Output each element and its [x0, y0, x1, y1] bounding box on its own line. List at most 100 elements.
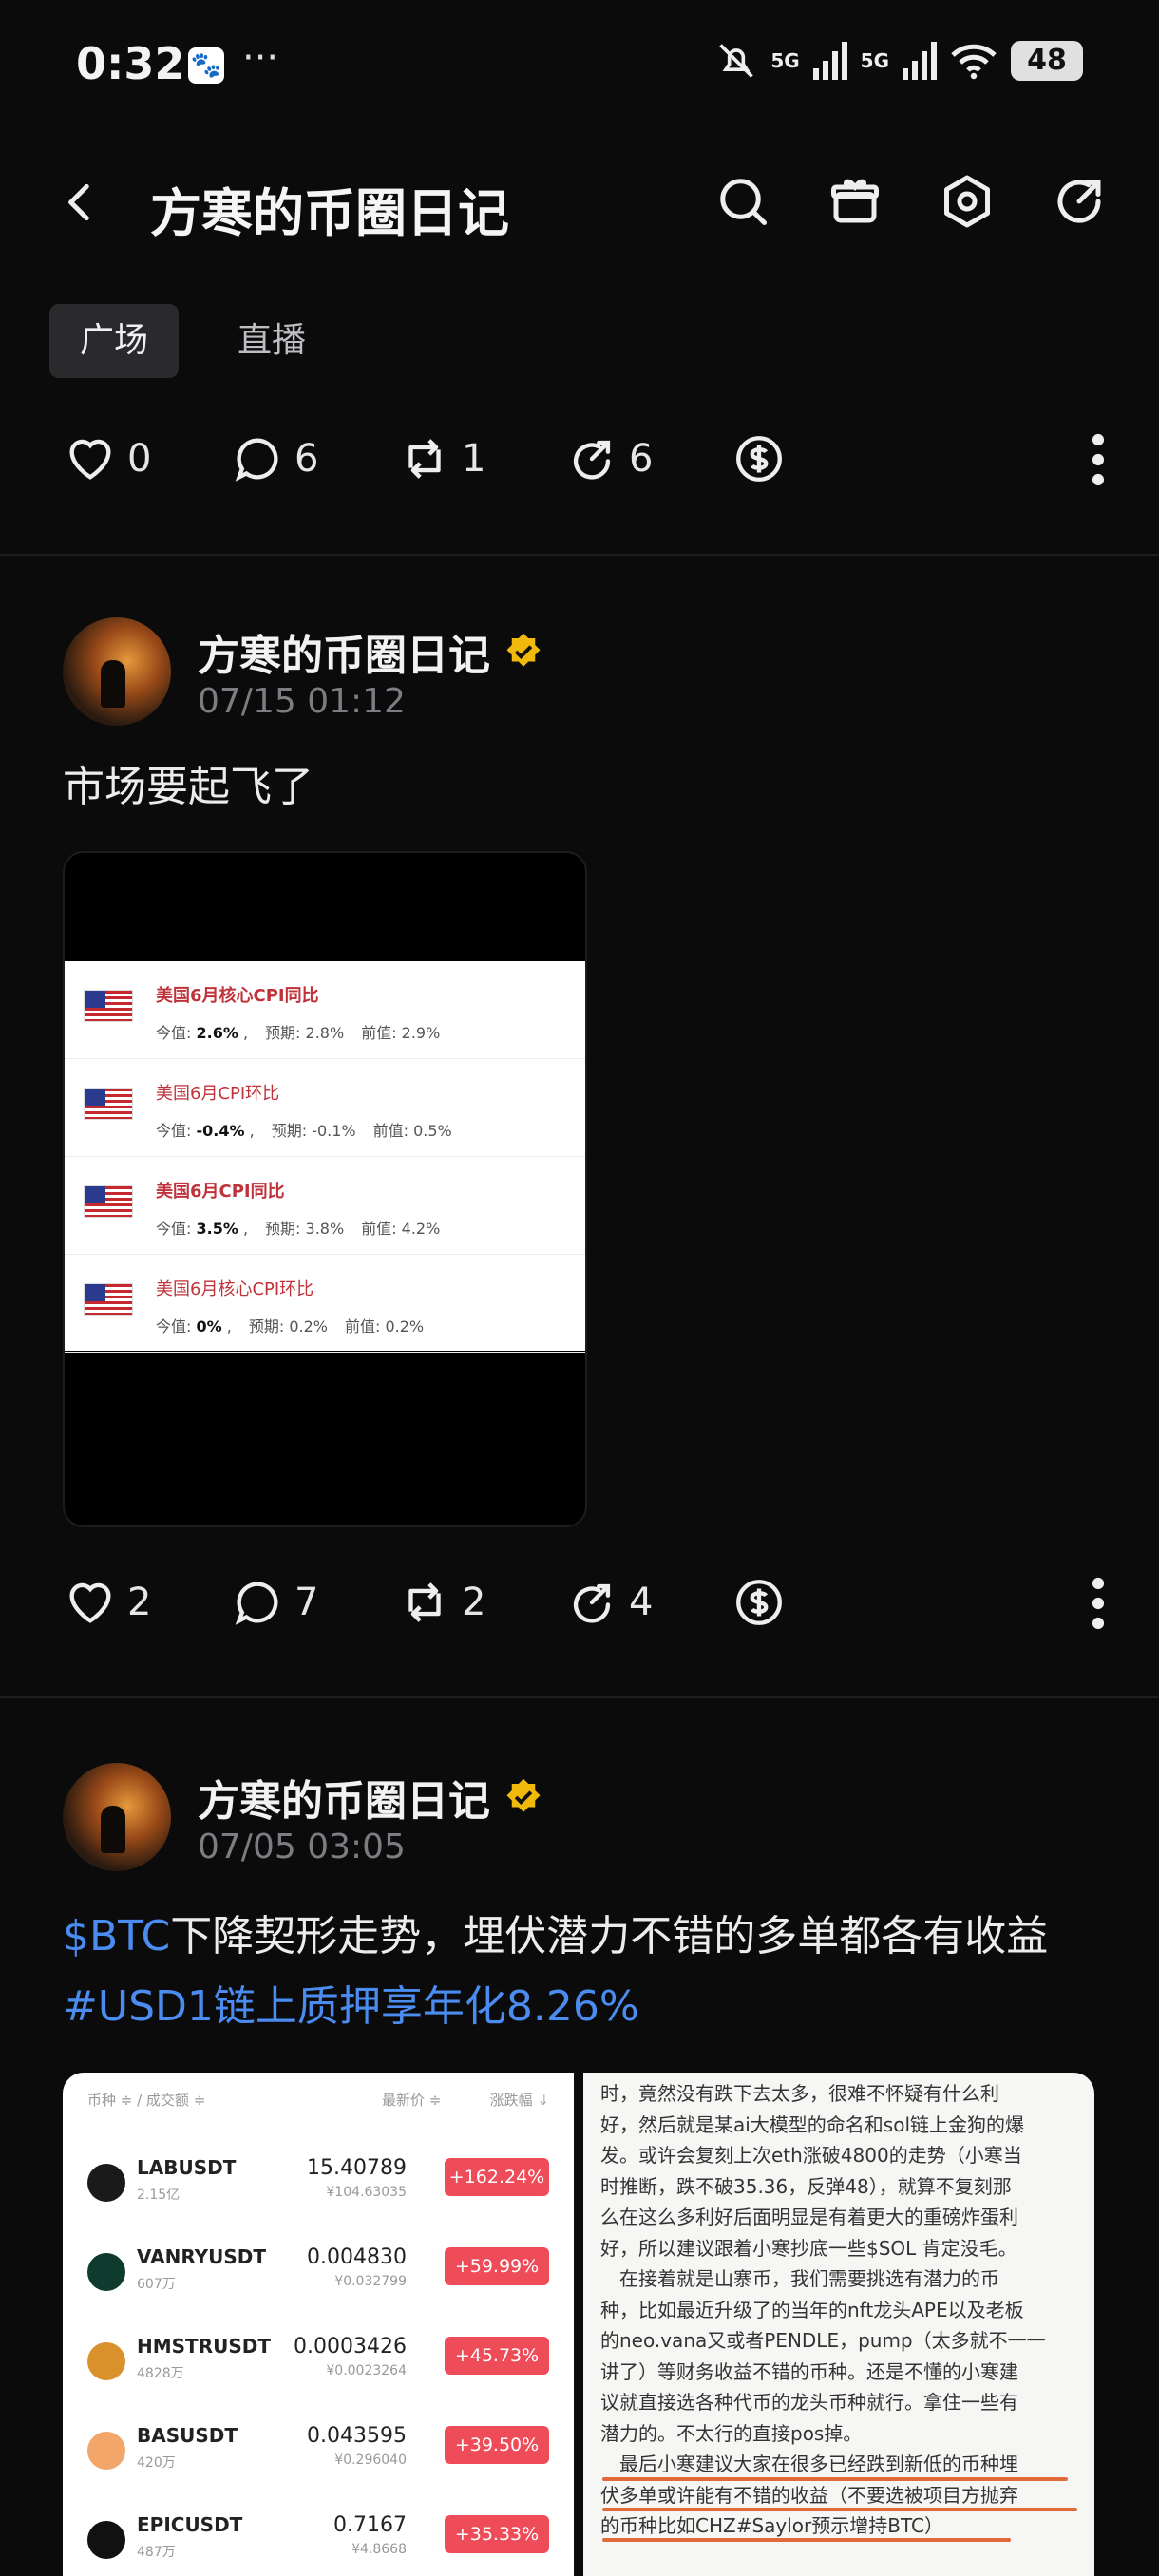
status-bar: 0:32 🐾 ··· 5G 5G 48	[0, 0, 1159, 133]
battery-level: 48	[1011, 41, 1083, 81]
us-flag-icon	[84, 990, 133, 1022]
share-count: 6	[629, 437, 654, 481]
comment-icon	[235, 1582, 278, 1625]
change-badge: +45.73%	[445, 2337, 549, 2375]
post-image-market[interactable]: 币种 ≑ / 成交额 ≑ 最新价 ≑ 涨跌幅 ⇓ LABUSDT 2.15亿 1…	[63, 2073, 574, 2576]
article-text: 时，竟然没有跌下去太多，很难不怀疑有什么利 好，然后就是某ai大模型的命名和so…	[600, 2082, 1046, 2537]
comment-button[interactable]: 7	[230, 1569, 318, 1636]
tab-bar: 广场 直播	[49, 304, 336, 378]
market-row: HMSTRUSDT 4828万 0.0003426 ¥0.0023264 +45…	[87, 2329, 549, 2405]
post-text: $BTC下降契形走势，埋伏潜力不错的多单都各有收益 #USD1链上质押享年化8.2…	[63, 1902, 1098, 2042]
author-name-row: 方寒的币圈日记	[198, 1767, 543, 1828]
page-title: 方寒的币圈日记	[150, 183, 509, 243]
dollar-coin-icon	[736, 436, 782, 482]
us-flag-icon	[84, 1185, 133, 1218]
coin-logo-icon	[87, 2342, 125, 2380]
settings-icon[interactable]	[939, 173, 996, 230]
post-card-1: 方寒的币圈日记 07/15 01:12 市场要起飞了 美国6月核心CPI同比 今…	[63, 617, 1108, 1643]
repost-icon	[408, 1582, 441, 1622]
change-badge: +162.24%	[445, 2158, 549, 2196]
back-arrow-icon[interactable]	[57, 179, 104, 226]
author-name[interactable]: 方寒的币圈日记	[198, 621, 490, 682]
cpi-title: 美国6月CPI同比	[156, 1182, 285, 1202]
author-name-row: 方寒的币圈日记	[198, 621, 543, 682]
cpi-values: 今值: 2.6% , 预期: 2.8% 前值: 2.9%	[156, 1024, 441, 1042]
cpi-title: 美国6月CPI环比	[156, 1084, 280, 1104]
comment-count: 7	[294, 1581, 319, 1624]
cpi-values: 今值: 0% , 预期: 0.2% 前值: 0.2%	[156, 1317, 425, 1335]
cpi-row: 美国6月CPI环比 今值: -0.4% , 预期: -0.1% 前值: 0.5%	[65, 1059, 585, 1157]
more-notifications-icon: ···	[242, 36, 279, 80]
status-right: 5G 5G 48	[715, 40, 1083, 82]
post-actions-top: 0 6 1 6	[63, 426, 1108, 492]
share-arrow-icon	[573, 1583, 611, 1623]
cpi-values: 今值: -0.4% , 预期: -0.1% 前值: 0.5%	[156, 1122, 452, 1140]
network-5g-label: 5G	[770, 49, 800, 72]
share-icon[interactable]	[1051, 173, 1108, 230]
signal-icon-2	[902, 42, 937, 80]
share-arrow-icon	[573, 440, 611, 480]
dollar-coin-icon	[736, 1580, 782, 1625]
repost-count: 1	[462, 437, 486, 481]
highlight-underline	[602, 2508, 1077, 2511]
market-row: EPICUSDT 487万 0.7167 ¥4.8668 +35.33%	[87, 2508, 549, 2576]
heart-icon	[69, 439, 111, 480]
paw-app-icon: 🐾	[188, 47, 224, 84]
coin-logo-icon	[87, 2521, 125, 2559]
cpi-title: 美国6月核心CPI环比	[156, 1279, 314, 1299]
like-button[interactable]: 2	[63, 1569, 151, 1636]
verified-badge-icon	[506, 1778, 541, 1812]
comment-button[interactable]: 6	[230, 426, 318, 492]
repost-icon	[408, 439, 441, 479]
share-count: 4	[629, 1581, 654, 1624]
repost-count: 2	[462, 1581, 486, 1624]
gift-icon[interactable]	[826, 173, 884, 230]
avatar[interactable]	[63, 617, 171, 726]
post-image-cpi[interactable]: 美国6月核心CPI同比 今值: 2.6% , 预期: 2.8% 前值: 2.9%…	[63, 851, 587, 1527]
share-button[interactable]: 6	[564, 426, 653, 492]
post-actions-1: 2 7 2 4	[63, 1569, 1108, 1636]
like-button[interactable]: 0	[63, 426, 151, 492]
cpi-title: 美国6月核心CPI同比	[156, 986, 319, 1006]
comment-icon	[235, 438, 278, 482]
tip-button[interactable]	[732, 1569, 787, 1636]
wifi-icon	[951, 44, 997, 80]
avatar[interactable]	[63, 1763, 171, 1871]
post-text-body: 下降契形走势，埋伏潜力不错的多单都各有收益	[170, 1912, 1049, 1960]
cpi-row: 美国6月核心CPI同比 今值: 2.6% , 预期: 2.8% 前值: 2.9%	[65, 961, 585, 1059]
change-badge: +59.99%	[445, 2247, 549, 2285]
author-name[interactable]: 方寒的币圈日记	[198, 1767, 490, 1828]
market-row: BASUSDT 420万 0.043595 ¥0.296040 +39.50%	[87, 2418, 549, 2494]
highlight-underline	[602, 2477, 1068, 2481]
coin-logo-icon	[87, 2253, 125, 2291]
cpi-row: 美国6月CPI同比 今值: 3.5% , 预期: 3.8% 前值: 4.2%	[65, 1157, 585, 1255]
more-options-icon[interactable]	[1089, 1577, 1108, 1630]
mute-bell-icon	[719, 44, 754, 78]
signal-icon	[812, 42, 847, 80]
repost-button[interactable]: 1	[397, 426, 485, 492]
coin-logo-icon	[87, 2432, 125, 2470]
market-row: LABUSDT 2.15亿 15.40789 ¥104.63035 +162.2…	[87, 2150, 549, 2226]
post-date: 07/15 01:12	[198, 682, 406, 721]
more-options-icon[interactable]	[1089, 433, 1108, 486]
usd1-hashtag-link[interactable]: #USD1链上质押享年化8.26%	[63, 1982, 639, 2031]
post-image-article[interactable]: 时，竟然没有跌下去太多，很难不怀疑有什么利 好，然后就是某ai大模型的命名和so…	[583, 2073, 1094, 2576]
cpi-values: 今值: 3.5% , 预期: 3.8% 前值: 4.2%	[156, 1220, 441, 1238]
heart-icon	[69, 1582, 111, 1623]
top-header: 方寒的币圈日记	[0, 152, 1159, 256]
search-icon[interactable]	[714, 173, 771, 230]
repost-button[interactable]: 2	[397, 1569, 485, 1636]
divider	[0, 554, 1159, 556]
divider	[0, 1696, 1159, 1698]
like-count: 0	[127, 437, 152, 481]
status-time: 0:32	[76, 38, 185, 89]
tab-live[interactable]: 直播	[207, 304, 336, 378]
like-count: 2	[127, 1581, 152, 1624]
share-button[interactable]: 4	[564, 1569, 653, 1636]
highlight-underline	[602, 2538, 1011, 2542]
tip-button[interactable]	[732, 426, 787, 492]
cpi-list: 美国6月核心CPI同比 今值: 2.6% , 预期: 2.8% 前值: 2.9%…	[65, 961, 585, 1353]
comment-count: 6	[294, 437, 319, 481]
btc-cashtag-link[interactable]: $BTC	[63, 1912, 170, 1960]
tab-square[interactable]: 广场	[49, 304, 180, 378]
